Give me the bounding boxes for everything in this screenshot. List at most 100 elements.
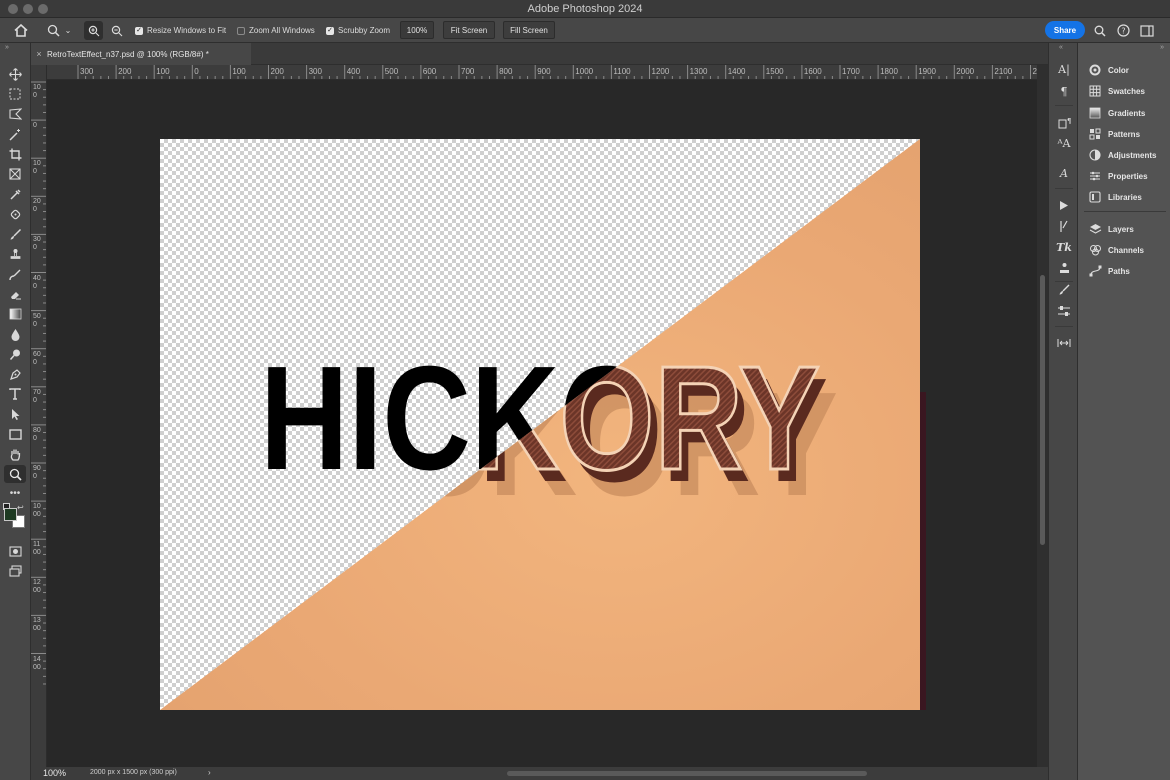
panel-gradients[interactable]: Gradients [1088,104,1145,122]
vertical-scrollbar[interactable] [1037,65,1048,767]
clone-stamp-tool-icon[interactable] [4,245,26,263]
ruler-tick-label: 1400 [33,655,41,671]
quick-mask-icon[interactable] [4,542,26,560]
home-icon[interactable] [12,22,30,39]
clone-source-icon[interactable] [1056,260,1072,276]
resize-windows-checkbox[interactable]: ✓ Resize Windows to Fit [135,18,226,43]
history-brush-tool-icon[interactable] [4,265,26,283]
status-menu-arrow-icon[interactable]: › [208,768,211,777]
panel-label: Color [1108,65,1129,75]
panel-channels[interactable]: Channels [1088,241,1144,259]
frame-tool-icon[interactable] [4,165,26,183]
swatches-grid-icon [1088,84,1102,98]
panel-properties[interactable]: Properties [1088,167,1148,185]
blur-tool-icon[interactable] [4,325,26,343]
glyphs-italic-icon[interactable]: A [1056,165,1072,181]
ruler-tick-label: 600 [422,67,437,76]
character-styles-icon[interactable]: ᴬA [1056,135,1072,151]
title-bar: Adobe Photoshop 2024 [0,0,1170,18]
search-icon[interactable] [1092,22,1108,39]
ruler-tick-label: 100 [156,67,170,76]
horizontal-ruler[interactable]: 300 200 100 0 100 200 300 400 500 600 700 800 900 100… [47,65,1037,80]
panel-paths[interactable]: Paths [1088,262,1130,280]
ruler-tick-label: 200 [270,67,284,76]
dodge-tool-icon[interactable] [4,345,26,363]
status-zoom-level[interactable]: 100% [43,768,66,778]
brushes-panel-icon[interactable] [1056,281,1072,297]
eraser-tool-icon[interactable] [4,285,26,303]
more-tools-icon[interactable]: ••• [4,484,26,502]
panel-label: Gradients [1108,108,1146,118]
help-icon[interactable]: ? [1115,22,1131,39]
patterns-grid-icon [1088,127,1102,141]
actions-play-icon[interactable] [1056,197,1072,213]
eyedropper-tool-icon[interactable] [4,185,26,203]
document-canvas[interactable]: HICKORY HICKORY HICKORY HICKORY [160,139,920,710]
path-selection-tool-icon[interactable] [4,405,26,423]
document-tab[interactable]: × RetroTextEffect_n37.psd @ 100% (RGB/8#… [31,43,251,65]
ruler-tick-label: 1700 [842,67,860,76]
pen-tool-icon[interactable] [4,365,26,383]
panel-label: Paths [1108,266,1130,276]
lasso-tool-icon[interactable] [4,105,26,123]
fit-screen-button[interactable]: Fit Screen [443,21,495,39]
hand-tool-icon[interactable] [4,445,26,463]
crop-tool-icon[interactable] [4,145,26,163]
panel-libraries[interactable]: Libraries [1088,188,1142,206]
magic-wand-tool-icon[interactable] [4,125,26,143]
paragraph-panel-icon[interactable]: ¶ [1056,83,1072,99]
fill-screen-button[interactable]: Fill Screen [503,21,555,39]
window-title: Adobe Photoshop 2024 [527,3,643,15]
ruler-tick-label: 100 [33,160,41,176]
resize-windows-label: Resize Windows to Fit [147,26,227,35]
photoshop-window: Adobe Photoshop 2024 ⌄ ✓ Resize Windows … [0,0,1170,780]
panel-adjustments[interactable]: Adjustments [1088,146,1156,164]
zoom-tool-preset-icon[interactable] [45,22,61,39]
horizontal-scroll-thumb[interactable] [507,771,867,776]
tool-presets-icon[interactable] [1056,303,1072,319]
brush-tool-icon[interactable] [4,225,26,243]
zoom-tool-icon[interactable] [4,465,26,483]
adjustments-icon [1088,148,1102,162]
screen-mode-icon[interactable] [4,562,26,580]
vertical-ruler[interactable]: 100 0 100 200 300 400 500 600 700 800 900 1000 1100 1… [31,65,47,767]
ruler-tick-label: 800 [499,67,513,76]
vertical-scroll-thumb[interactable] [1040,275,1045,545]
ruler-tick-label: 1100 [33,541,41,557]
gradient-icon [1088,106,1102,120]
zoom-all-windows-checkbox[interactable]: Zoom All Windows [237,18,315,43]
horizontal-scrollbar[interactable] [230,768,1037,778]
panel-patterns[interactable]: Patterns [1088,125,1140,143]
collapse-panel-icon[interactable]: « [1059,44,1063,51]
close-tab-icon[interactable]: × [31,49,47,59]
foreground-color-swatch[interactable] [4,508,17,521]
character-panel-icon[interactable]: A| [1056,61,1072,77]
move-tool-icon[interactable] [4,65,26,83]
panel-label: Channels [1108,245,1145,255]
marquee-tool-icon[interactable] [4,85,26,103]
panel-layers[interactable]: Layers [1088,220,1134,238]
chevron-down-icon[interactable]: ⌄ [63,24,73,37]
zoom-in-icon[interactable] [84,21,103,40]
character-tk-icon[interactable]: Tk [1056,239,1072,255]
ruler-tick-label: 400 [346,67,361,76]
type-tool-icon[interactable] [4,385,26,403]
rectangle-tool-icon[interactable] [4,425,26,443]
panel-color[interactable]: Color [1088,61,1129,79]
share-button[interactable]: Share [1045,21,1085,39]
ruler-tick-label: 600 [33,350,41,366]
scrubby-zoom-checkbox[interactable]: ✓ Scrubby Zoom [326,18,390,43]
navigator-resize-icon[interactable] [1056,335,1072,351]
brush-settings-icon[interactable] [1056,218,1072,234]
panel-swatches[interactable]: Swatches [1088,82,1145,100]
zoom-out-icon[interactable] [107,21,126,40]
zoom-percent-field[interactable]: 100% [400,21,434,39]
healing-brush-tool-icon[interactable] [4,205,26,223]
gradient-tool-icon[interactable] [4,305,26,323]
ruler-tick-label: 800 [33,426,41,442]
expand-panel-icon[interactable]: » [5,44,9,51]
workspace-layout-icon[interactable] [1138,22,1156,39]
glyphs-panel-icon[interactable]: ¶ [1056,114,1072,130]
collapse-dock-icon[interactable]: » [1160,44,1164,51]
swap-colors-icon[interactable]: ↩ [17,503,24,512]
